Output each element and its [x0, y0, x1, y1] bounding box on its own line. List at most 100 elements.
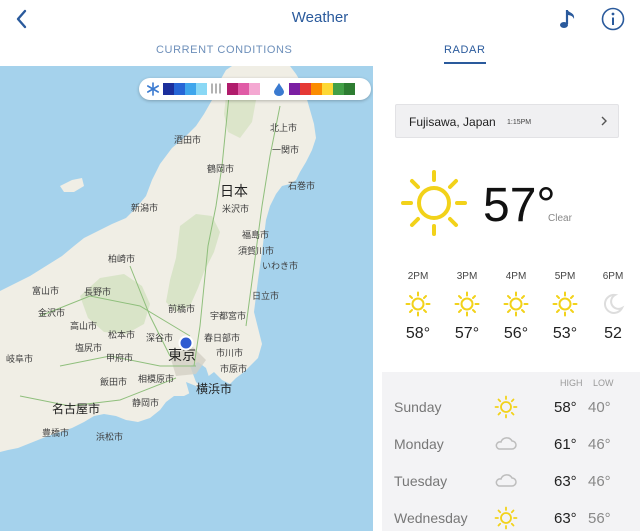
music-note-icon[interactable] [556, 5, 582, 33]
map-label: 長野市 [84, 287, 112, 297]
day-low: 46° [588, 473, 611, 490]
day-high: 63° [554, 473, 577, 490]
sleet-icon [211, 83, 221, 94]
hourly-item: 6PM 52 [593, 271, 633, 343]
map-label: 横浜市 [196, 382, 233, 396]
hourly-item: 4PM 56° [496, 271, 536, 343]
day-low: 56° [588, 510, 611, 527]
map-label: 金沢市 [38, 308, 66, 318]
legend-swatch [300, 83, 311, 95]
map-label: 名古屋市 [52, 402, 101, 416]
location-selector[interactable]: Fujisawa, Japan 1:15PM [395, 104, 619, 138]
hour-temperature: 58° [405, 325, 431, 342]
map-label: 高山市 [70, 321, 98, 331]
legend-swatch [344, 83, 355, 95]
tab-bar: CURRENT CONDITIONS RADAR [0, 40, 640, 66]
day-name: Tuesday [394, 473, 448, 489]
map-label: 松本市 [108, 330, 136, 340]
map-label: 宇都宮市 [210, 311, 247, 321]
map-label: 日立市 [252, 291, 280, 301]
current-condition: Clear [548, 213, 572, 224]
hour-temperature: 53° [552, 325, 578, 342]
map-label: 甲府市 [106, 353, 134, 363]
cloud-icon [495, 437, 517, 450]
daily-row: Tuesday 63° 46° [382, 464, 640, 501]
map-label: 市原市 [220, 364, 248, 374]
legend-swatch [174, 83, 185, 95]
weather-app: { "header": { "title": "Weather", "back_… [0, 0, 640, 531]
hour-time: 5PM [554, 271, 576, 282]
hourly-item: 2PM 58° [398, 271, 438, 343]
map-label: 市川市 [216, 348, 244, 358]
hour-time: 3PM [456, 271, 478, 282]
map-label: 岐阜市 [6, 354, 34, 364]
map-label: 須賀川市 [238, 246, 275, 256]
conditions-panel: Fujisawa, Japan 1:15PM 57° Clear 2PM 58°… [373, 66, 640, 531]
user-location-dot [178, 335, 194, 351]
sun-icon [401, 170, 467, 236]
map-label: いわき市 [262, 261, 299, 271]
location-name: Fujisawa, Japan [409, 115, 496, 129]
sun-icon [503, 291, 529, 317]
sun-icon [494, 395, 518, 419]
map-label: 日本 [220, 183, 248, 199]
map-label: 豊橋市 [42, 428, 70, 438]
moon-icon [603, 293, 625, 314]
day-name: Sunday [394, 399, 442, 415]
hourly-item: 5PM 53° [545, 271, 585, 343]
low-column-label: LOW [593, 378, 614, 388]
map-label: 北上市 [270, 123, 298, 133]
location-time: 1:15PM [507, 119, 532, 126]
map-label: 柏崎市 [108, 254, 136, 264]
hour-temperature: 52 [604, 325, 622, 342]
legend-swatch [333, 83, 344, 95]
sun-icon [552, 291, 578, 317]
hourly-forecast[interactable]: 2PM 58° 3PM 57° 4PM 56° 5PM 53° 6PM 52 [373, 271, 640, 351]
chevron-right-icon [601, 116, 607, 126]
day-low: 46° [588, 436, 611, 453]
map-label: 新潟市 [131, 203, 159, 213]
map-label: 相模原市 [138, 374, 175, 384]
radar-map[interactable]: 酒田市 北上市 一関市 鶴岡市 日本 石巻市 新潟市 米沢市 福島市 須賀川市 … [0, 66, 373, 531]
map-label: 福島市 [242, 230, 270, 240]
day-high: 58° [554, 399, 577, 416]
hourly-item: 3PM 57° [447, 271, 487, 343]
map-label: 前橋市 [168, 304, 196, 314]
sun-icon [494, 506, 518, 530]
daily-row: Monday 61° 46° [382, 427, 640, 464]
hour-time: 2PM [407, 271, 429, 282]
map-label: 飯田市 [100, 377, 128, 387]
map-label: 富山市 [32, 286, 60, 296]
raindrop-icon [274, 83, 284, 96]
legend-swatch [196, 83, 207, 95]
info-icon[interactable] [600, 6, 626, 32]
map-label: 浜松市 [96, 432, 124, 442]
map-label: 静岡市 [132, 398, 160, 408]
hour-time: 4PM [505, 271, 527, 282]
map-label: 一関市 [272, 145, 300, 155]
snowflake-icon [147, 82, 159, 96]
legend-swatch [163, 83, 174, 95]
legend-swatch [238, 83, 249, 95]
active-tab-indicator [444, 62, 486, 64]
day-high: 61° [554, 436, 577, 453]
map-label: 米沢市 [222, 204, 250, 214]
hour-time: 6PM [602, 271, 624, 282]
current-temperature: 57° [483, 179, 556, 232]
high-column-label: HIGH [560, 378, 583, 388]
top-bar: Weather [0, 0, 640, 40]
tab-current-conditions[interactable]: CURRENT CONDITIONS [156, 44, 293, 56]
map-label: 深谷市 [146, 333, 174, 343]
map-label: 石巻市 [288, 181, 316, 191]
day-low: 40° [588, 399, 611, 416]
legend-swatch [289, 83, 300, 95]
tab-radar[interactable]: RADAR [444, 44, 486, 56]
legend-swatch [227, 83, 238, 95]
legend-swatch [322, 83, 333, 95]
page-title: Weather [291, 9, 349, 26]
hour-temperature: 57° [454, 325, 480, 342]
hour-temperature: 56° [503, 325, 529, 342]
daily-forecast[interactable]: HIGH LOW Sunday 58° 40° Monday 61° 46° T… [382, 372, 640, 531]
sun-icon [405, 291, 431, 317]
map-label: 鶴岡市 [207, 164, 235, 174]
